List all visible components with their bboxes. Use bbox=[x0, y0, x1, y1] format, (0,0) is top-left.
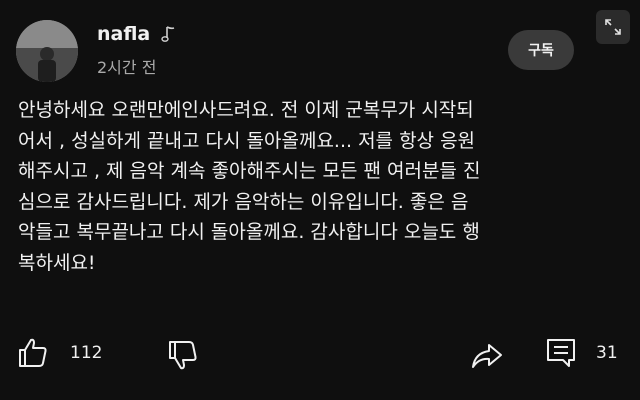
post-text-line: 안녕하세요 오랜만에인사드려요. 전 이제 군복무가 시작되 bbox=[18, 99, 474, 121]
like-count: 112 bbox=[70, 343, 103, 363]
post-timestamp: 2시간 전 bbox=[97, 58, 157, 77]
post-text-line: 어서 , 성실하게 끝내고 다시 돌아올께요... 저를 항상 응원 bbox=[18, 129, 476, 152]
community-post: nafla 2시간 전 구독 안녕하세요 오랜만에인사드려요. 전 이제 군복무… bbox=[0, 0, 640, 400]
post-text: 안녕하세요 오랜만에인사드려요. 전 이제 군복무가 시작되 어서 , 성실하게… bbox=[18, 95, 618, 278]
post-text-line: 심으로 감사드립니다. 제가 음악하는 이유입니다. 좋은 음 bbox=[18, 190, 469, 213]
music-note-icon bbox=[161, 26, 175, 42]
thumbs-up-icon[interactable] bbox=[16, 336, 50, 370]
channel-name[interactable]: nafla bbox=[97, 22, 150, 46]
expand-icon[interactable] bbox=[596, 10, 630, 44]
post-text-line: 복하세요! bbox=[18, 251, 96, 274]
post-text-line: 해주시고 , 제 음악 계속 좋아해주시는 모든 팬 여러분들 진 bbox=[18, 160, 481, 182]
share-icon[interactable] bbox=[470, 338, 504, 372]
thumbs-down-icon[interactable] bbox=[166, 338, 200, 372]
subscribe-button[interactable]: 구독 bbox=[508, 30, 574, 70]
post-text-line: 악들고 복무끝나고 다시 돌아올께요. 감사합니다 오늘도 행 bbox=[18, 221, 480, 243]
comment-icon[interactable] bbox=[545, 337, 577, 369]
comment-count: 31 bbox=[596, 343, 618, 363]
channel-avatar[interactable] bbox=[16, 20, 78, 82]
